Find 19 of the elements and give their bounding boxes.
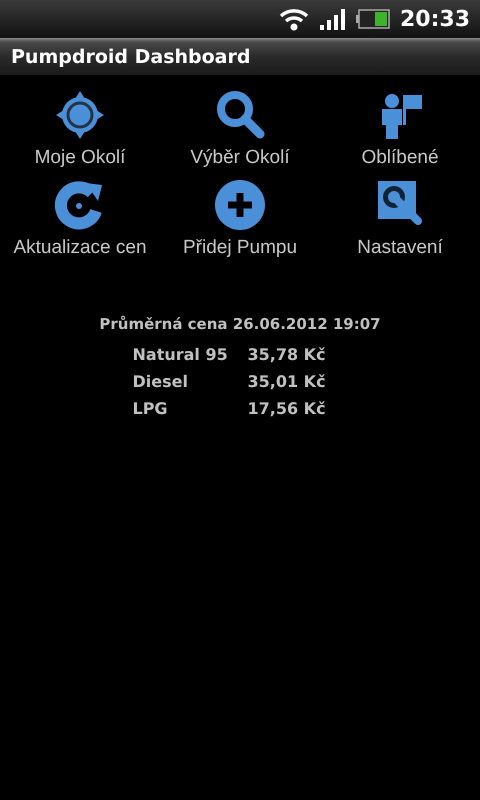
dashboard-button[interactable]: Nastavení (320, 177, 480, 259)
fuel-name: Diesel (132, 372, 189, 391)
dashboard-button[interactable]: Výběr Okolí (160, 87, 320, 169)
fuel-price: 35,01 Kč (248, 372, 327, 391)
fuel-name: LPG (132, 399, 169, 418)
dashboard-button[interactable]: Aktualizace cen (0, 177, 160, 259)
plus-icon (212, 177, 268, 233)
fuel-name: Natural 95 (132, 345, 229, 364)
fuel-price: 17,56 Kč (248, 399, 327, 418)
dashboard-button[interactable]: Oblíbené (320, 87, 480, 169)
fuel-price: 35,78 Kč (248, 345, 327, 364)
battery-icon (356, 9, 390, 29)
clock-time: 20:33 (400, 6, 470, 32)
average-price-heading: Průměrná cena 26.06.2012 19:07 (99, 315, 381, 333)
dashboard-button[interactable]: Moje Okolí (0, 87, 160, 169)
dashboard-button[interactable]: Přidej Pumpu (160, 177, 320, 259)
wifi-icon (278, 6, 310, 32)
signal-icon (320, 8, 346, 30)
app-title: Pumpdroid Dashboard (11, 46, 250, 68)
